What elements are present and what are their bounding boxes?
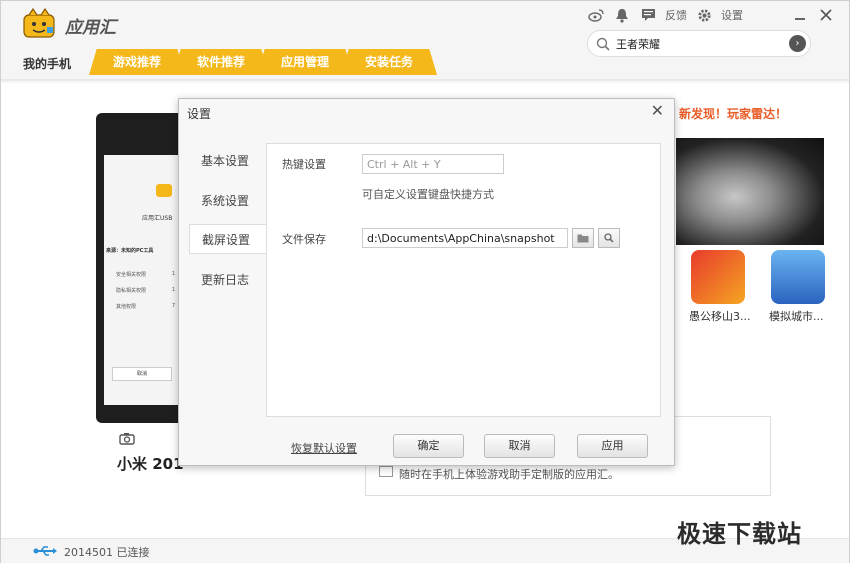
search-icon bbox=[604, 233, 614, 243]
search-go-button[interactable]: › bbox=[789, 35, 806, 52]
weibo-icon[interactable] bbox=[587, 6, 605, 24]
watermark: 极速下载站 bbox=[677, 520, 802, 548]
hotkey-field[interactable] bbox=[362, 154, 504, 174]
phone-row: 其他权限 bbox=[116, 304, 137, 310]
phone-model-label: 小米 201 bbox=[117, 455, 184, 473]
open-folder-button[interactable] bbox=[598, 228, 620, 248]
settings-link[interactable]: 设置 bbox=[721, 7, 743, 23]
browse-folder-button[interactable] bbox=[572, 228, 594, 248]
folder-icon bbox=[577, 234, 589, 243]
phone-cancel-button: 取消 bbox=[112, 367, 172, 381]
my-phone-link[interactable]: 我的手机 bbox=[23, 55, 71, 72]
tab-software-recommend[interactable]: 软件推荐 bbox=[173, 49, 269, 75]
cancel-button[interactable]: 取消 bbox=[484, 434, 555, 458]
ok-button[interactable]: 确定 bbox=[393, 434, 464, 458]
tab-game-recommend[interactable]: 游戏推荐 bbox=[89, 49, 185, 75]
app-tile[interactable] bbox=[771, 250, 825, 304]
app-tile[interactable] bbox=[691, 250, 745, 304]
app-logo bbox=[23, 7, 55, 38]
app-title: 应用汇 bbox=[65, 18, 116, 38]
tab-install-tasks[interactable]: 安装任务 bbox=[341, 49, 437, 75]
settings-panel: 热键设置 可自定义设置键盘快捷方式 文件保存 bbox=[266, 143, 661, 417]
promo-image[interactable] bbox=[676, 138, 824, 245]
phone-row-count: 7 bbox=[172, 303, 176, 309]
app-name[interactable]: 模拟城市... bbox=[769, 308, 824, 324]
settings-dialog: 设置 ✕ 基本设置 系统设置 截屏设置 更新日志 热键设置 可自定义设置键盘快捷… bbox=[178, 98, 675, 466]
nav-update-log[interactable]: 更新日志 bbox=[189, 265, 267, 295]
search-icon bbox=[596, 37, 610, 51]
search-input[interactable] bbox=[616, 34, 781, 54]
phone-row-count: 1 bbox=[172, 287, 176, 293]
phone-row: 隐私相关权限 bbox=[116, 288, 147, 294]
header-toolbar: 反馈 设置 bbox=[587, 5, 835, 25]
discover-banner[interactable]: 新发现！玩家雷达！ bbox=[679, 105, 787, 122]
usb-icon bbox=[33, 546, 57, 556]
gear-icon[interactable] bbox=[695, 6, 713, 24]
minimize-icon[interactable] bbox=[791, 6, 809, 24]
app-window: 应用汇 我的手机 游戏推荐 软件推荐 应用管理 安装任务 反馈 设置 王者荣耀 … bbox=[0, 0, 850, 563]
phone-screen: 应用汇USB 来源：未知的PC工具 安全相关权限 1 隐私相关权限 1 其他权限… bbox=[104, 155, 184, 405]
apply-button[interactable]: 应用 bbox=[577, 434, 648, 458]
phone-app-name: 应用汇USB bbox=[142, 215, 173, 222]
connection-status: 2014501 已连接 bbox=[64, 546, 150, 559]
phone-source: 来源：未知的PC工具 bbox=[106, 248, 154, 254]
feedback-icon[interactable] bbox=[639, 6, 657, 24]
close-icon[interactable] bbox=[817, 6, 835, 24]
dialog-close-icon[interactable]: ✕ bbox=[651, 101, 664, 120]
phone-app-logo bbox=[156, 184, 172, 197]
mail-icon bbox=[379, 466, 393, 477]
restore-default-link[interactable]: 恢复默认设置 bbox=[291, 440, 357, 456]
hotkey-hint: 可自定义设置键盘快捷方式 bbox=[362, 188, 494, 201]
phone-row-count: 1 bbox=[172, 271, 176, 277]
feedback-link[interactable]: 反馈 bbox=[665, 7, 687, 23]
nav-system-settings[interactable]: 系统设置 bbox=[189, 186, 267, 216]
header: 应用汇 我的手机 游戏推荐 软件推荐 应用管理 安装任务 反馈 设置 王者荣耀 … bbox=[1, 1, 849, 81]
tab-app-manage[interactable]: 应用管理 bbox=[257, 49, 353, 75]
camera-icon[interactable] bbox=[119, 432, 135, 445]
hotkey-label: 热键设置 bbox=[282, 158, 326, 171]
save-path-label: 文件保存 bbox=[282, 233, 326, 246]
nav-screenshot-settings[interactable]: 截屏设置 bbox=[189, 224, 269, 254]
tip-text: 随时在手机上体验游戏助手定制版的应用汇。 bbox=[399, 468, 619, 481]
phone-preview: 应用汇USB 来源：未知的PC工具 安全相关权限 1 隐私相关权限 1 其他权限… bbox=[96, 113, 186, 423]
search-box: › bbox=[587, 30, 811, 57]
nav-basic-settings[interactable]: 基本设置 bbox=[189, 146, 267, 176]
dialog-title: 设置 bbox=[187, 107, 212, 121]
phone-row: 安全相关权限 bbox=[116, 272, 147, 278]
app-name[interactable]: 愚公移山3... bbox=[689, 308, 751, 324]
bell-icon[interactable] bbox=[613, 6, 631, 24]
save-path-field[interactable] bbox=[362, 228, 568, 248]
